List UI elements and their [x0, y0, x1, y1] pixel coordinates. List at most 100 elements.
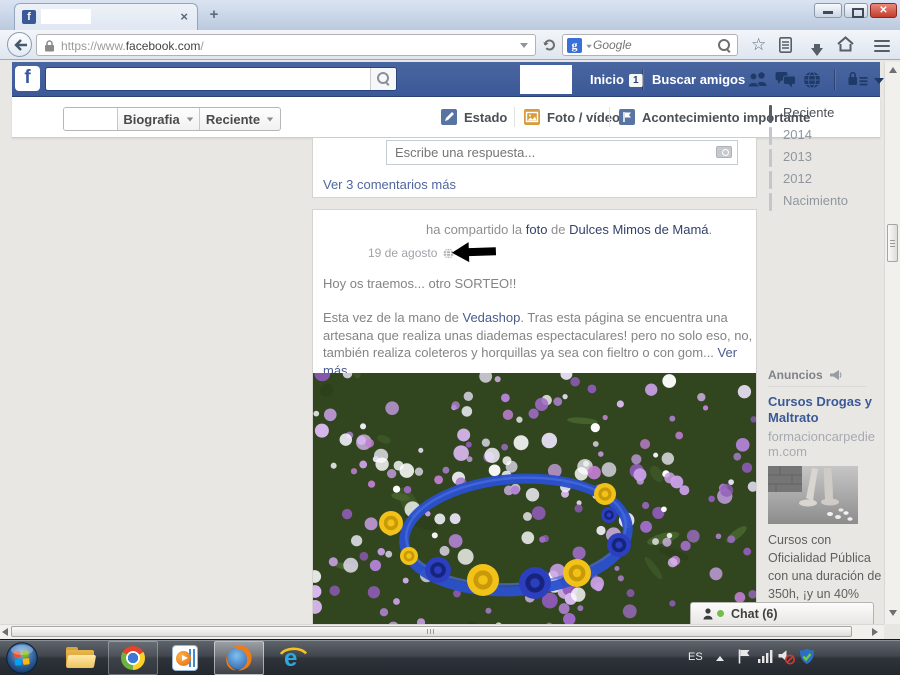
facebook-logo[interactable]: f: [15, 66, 40, 91]
network-signal-icon[interactable]: [758, 650, 773, 668]
antivirus-icon[interactable]: [799, 648, 815, 670]
window-controls: [814, 3, 897, 18]
foto-video-button[interactable]: Foto / vídeo: [524, 106, 620, 128]
ads-divider: [768, 386, 867, 387]
home-icon[interactable]: [837, 36, 854, 57]
ads-heading: Anuncios: [768, 368, 843, 382]
timeline-item-2012[interactable]: 2012: [783, 171, 812, 186]
vedashop-link[interactable]: Vedashop: [462, 310, 520, 325]
reciente-button[interactable]: Reciente: [200, 108, 280, 130]
search-icon[interactable]: [718, 39, 731, 52]
estado-button[interactable]: Estado: [441, 106, 507, 128]
taskbar: e ES: [0, 639, 900, 675]
search-engine-dropdown-icon[interactable]: [586, 44, 592, 49]
segment-redacted[interactable]: [64, 108, 118, 130]
post-meta: 19 de agosto: [368, 246, 454, 260]
friend-requests-icon[interactable]: [747, 71, 770, 93]
post-card: ha compartido la foto de Dulces Mimos de…: [312, 209, 757, 625]
action-center-flag-icon[interactable]: [737, 648, 751, 670]
horizontal-scrollbar[interactable]: [0, 624, 884, 639]
post-photo[interactable]: [313, 210, 756, 624]
facebook-search-input[interactable]: [50, 70, 365, 88]
timeline-item-nacimiento[interactable]: Nacimiento: [783, 193, 848, 208]
taskbar-firefox-button[interactable]: [214, 641, 264, 675]
biografia-button[interactable]: Biografia: [118, 108, 200, 130]
camera-icon[interactable]: [716, 146, 732, 158]
chat-label: Chat (6): [731, 606, 778, 621]
timeline-tick: [769, 127, 772, 145]
post-header: ha compartido la foto de Dulces Mimos de…: [426, 222, 713, 237]
reload-button[interactable]: [541, 37, 557, 58]
tab-title-redacted: [41, 9, 91, 24]
notifications-globe-icon[interactable]: [803, 71, 821, 94]
nav-inicio[interactable]: Inicio 1: [590, 72, 643, 87]
facebook-search-bar[interactable]: [45, 67, 397, 91]
chat-bar[interactable]: Chat (6): [690, 602, 874, 624]
taskbar-chrome-button[interactable]: [108, 641, 158, 675]
post-date[interactable]: 19 de agosto: [368, 246, 437, 260]
timeline-item-2014[interactable]: 2014: [783, 127, 812, 142]
taskbar-ie-button[interactable]: e: [268, 641, 318, 675]
tab-close-icon[interactable]: ×: [180, 9, 188, 24]
horizontal-scroll-thumb[interactable]: [11, 626, 852, 637]
minimize-button[interactable]: [814, 3, 842, 18]
profile-name-redacted[interactable]: [520, 65, 572, 94]
nav-buscar-amigos[interactable]: Buscar amigos: [652, 72, 745, 87]
ad-title-link[interactable]: Cursos Drogas y Maltrato: [768, 394, 880, 426]
scroll-up-icon[interactable]: [889, 67, 897, 73]
url-dropdown-icon[interactable]: [520, 43, 528, 48]
start-button[interactable]: [5, 641, 39, 675]
taskbar-mediaplayer-button[interactable]: [160, 641, 210, 675]
vertical-scroll-thumb[interactable]: [887, 224, 898, 262]
explorer-icon: [65, 647, 97, 669]
ad-image[interactable]: [768, 466, 858, 524]
nav-divider: [834, 69, 835, 90]
timeline-tick: [769, 193, 772, 211]
volume-muted-icon[interactable]: [778, 649, 795, 670]
bookmarks-panel-icon[interactable]: [779, 37, 792, 58]
timeline-view-buttons: Biografia Reciente: [63, 107, 281, 131]
post-text-line1: Hoy os traemos... otro SORTEO!!: [323, 276, 517, 291]
menu-icon[interactable]: [874, 37, 890, 55]
hidden-icons-chevron[interactable]: [716, 656, 724, 661]
search-box[interactable]: g: [562, 34, 738, 56]
acontecimiento-button[interactable]: Acontecimiento importante: [619, 106, 810, 128]
facebook-search-button[interactable]: [370, 68, 396, 90]
timeline-tick: [769, 149, 772, 167]
timeline-item-2013[interactable]: 2013: [783, 149, 812, 164]
taskbar-explorer-button[interactable]: [56, 641, 106, 675]
chevron-down-icon: [266, 117, 274, 121]
reply-input[interactable]: [386, 140, 738, 165]
scroll-left-icon[interactable]: [2, 628, 8, 636]
url-bar[interactable]: https://www.facebook.com/: [36, 34, 536, 56]
online-status-icon: [717, 610, 724, 617]
timeline-tick: [769, 105, 772, 123]
close-button[interactable]: [870, 3, 897, 18]
back-button[interactable]: [7, 32, 32, 57]
privacy-shortcuts-icon[interactable]: [848, 71, 868, 92]
back-arrow-icon: [14, 39, 27, 51]
facebook-favicon-icon: f: [22, 10, 36, 24]
scroll-right-icon[interactable]: [872, 628, 878, 636]
timeline-item-reciente[interactable]: Reciente: [783, 105, 834, 120]
scroll-down-icon[interactable]: [889, 610, 897, 616]
account-dropdown-icon[interactable]: [874, 78, 884, 84]
ver-comentarios-link[interactable]: Ver 3 comentarios más: [323, 177, 456, 192]
foto-link[interactable]: foto: [526, 222, 548, 237]
avatar-redacted: [352, 138, 381, 164]
scrollbar-corner: [884, 624, 900, 639]
firefox-icon: [226, 645, 252, 671]
restore-button[interactable]: [844, 3, 868, 18]
downloads-icon[interactable]: [811, 44, 823, 56]
browser-tab[interactable]: f ×: [14, 3, 198, 30]
url-text[interactable]: https://www.facebook.com/: [61, 39, 204, 53]
messages-icon[interactable]: [775, 71, 796, 93]
language-indicator[interactable]: ES: [688, 651, 703, 663]
vertical-scrollbar[interactable]: [884, 62, 900, 624]
web-search-input[interactable]: [593, 35, 713, 55]
facebook-navbar: f Inicio 1 Buscar amigos: [12, 62, 884, 97]
browser-toolbar: https://www.facebook.com/ g ☆: [0, 30, 900, 60]
new-tab-button[interactable]: +: [203, 6, 225, 24]
page-name-link[interactable]: Dulces Mimos de Mamá: [569, 222, 708, 237]
bookmark-star-icon[interactable]: ☆: [751, 36, 766, 54]
